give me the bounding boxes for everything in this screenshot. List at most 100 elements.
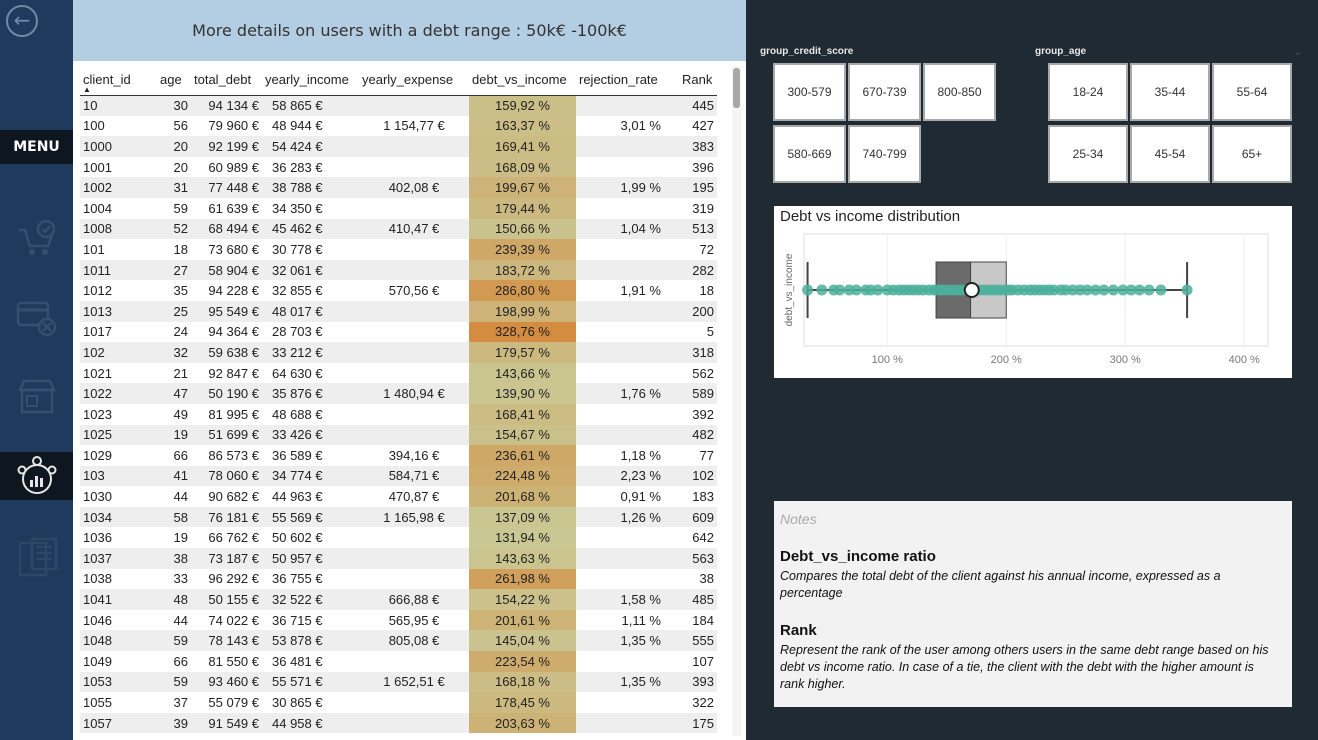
table-row[interactable]: 1013 25 95 549 €48 017 € 198,99 % 200	[80, 300, 717, 322]
cell-yearly_income: 64 630 €	[272, 365, 323, 381]
table-row[interactable]: 1025 19 51 699 €33 426 € 154,67 % 482	[80, 424, 717, 446]
cell-rejection_rate	[576, 300, 679, 322]
table-row[interactable]: 1017 24 94 364 € 28 703 € 328,76 % 5	[80, 321, 717, 343]
slicer-option-age-45-54[interactable]: 45-54	[1130, 125, 1210, 183]
table-row[interactable]: 1041 48 50 155 €32 522 €666,88 €154,22 % 1,…	[80, 589, 717, 610]
sidebar-nav: ← MENU	[0, 0, 73, 740]
cell-total_debt: 95 549 €	[191, 300, 262, 322]
column-header-yearly_income[interactable]: yearly_income	[262, 65, 359, 96]
table-row[interactable]: 1001 20 60 989 € 36 283 € 168,09 % 396	[80, 156, 717, 178]
cell-yearly_expense	[359, 198, 469, 219]
slicer-option-age-25-34[interactable]: 25-34	[1048, 125, 1128, 183]
column-header-total_debt[interactable]: total_debt	[191, 65, 262, 96]
column-header-rank[interactable]: Rank	[679, 65, 717, 96]
cell-rejection_rate: 1,91 %	[620, 283, 661, 299]
table-row[interactable]: 1002 31 77 448 €38 788 €402,08 €199,67 % 1,…	[80, 177, 717, 198]
cell-rejection_rate: 2,23 %	[576, 465, 679, 487]
cell-debt_vs_income: 168,09 %	[469, 156, 576, 178]
cart-check-icon[interactable]	[16, 218, 58, 260]
slicer-option-credit-800-850[interactable]: 800-850	[923, 63, 996, 121]
slicer-option-age-35-44[interactable]: 35-44	[1130, 63, 1210, 121]
slicer-option-credit-670-739[interactable]: 670-739	[848, 63, 921, 121]
slicer-title-credit: group_credit_score	[760, 46, 854, 57]
table-row[interactable]: 1021 21 92 847 € 64 630 € 143,66 % 562	[80, 362, 717, 384]
cell-total_debt: 50 190 €	[191, 383, 262, 404]
cell-client_id: 1011	[80, 259, 157, 281]
table-row[interactable]: 1048 59 78 143 €53 878 €805,08 €145,04 % 1,…	[80, 630, 717, 652]
cell-debt_vs_income: 150,66 %	[469, 218, 576, 240]
cell-debt_vs_income: 286,80 %	[469, 280, 576, 301]
slicer-option-credit-740-799[interactable]: 740-799	[848, 125, 921, 183]
users-table[interactable]: client_id ▲ age total_debt yearly_income year…	[80, 65, 717, 734]
report-icon[interactable]	[16, 537, 58, 579]
cell-rejection_rate: 1,99 %	[576, 177, 679, 198]
slicer-option-age-65plus[interactable]: 65+	[1212, 125, 1292, 183]
table-row[interactable]: 101 18 73 680 € 30 778 € 239,39 % 72	[80, 239, 717, 260]
cell-yearly_expense: 666,88 €	[359, 589, 469, 610]
table-row[interactable]: 1029 66 86 573 € 36 589 € 394,16 € 236,61 % 1,…	[80, 445, 717, 466]
cell-client_id: 1025	[80, 424, 157, 446]
table-row[interactable]: 1037 38 73 187 €50 957 € 143,63 % 563	[80, 548, 717, 569]
table-row[interactable]: 1046 44 74 022 € 36 715 € 565,95 € 201,61 % 1,…	[80, 609, 717, 631]
cell-yearly_expense	[359, 692, 469, 713]
slicer-option-age-55-64[interactable]: 55-64	[1212, 63, 1292, 121]
table-row[interactable]: 1000 20 92 199 €54 424 € 169,41 % 383	[80, 136, 717, 157]
slicer-option-age-18-24[interactable]: 18-24	[1048, 63, 1128, 121]
cell-rank: 562	[692, 365, 714, 381]
table-row[interactable]: 1004 59 61 639 € 34 350 € 179,44 % 319	[80, 197, 717, 219]
chevron-down-icon[interactable]: ⌄	[1293, 44, 1303, 58]
cell-yearly_expense	[359, 548, 469, 569]
table-scrollbar[interactable]	[732, 66, 741, 736]
user-analytics-icon[interactable]	[16, 455, 58, 497]
menu-label[interactable]: MENU	[0, 130, 73, 164]
table-row[interactable]: 1034 58 76 181 €55 569 €1 165,98 €137,09 %…	[80, 506, 717, 528]
slicer-option-credit-300-579[interactable]: 300-579	[773, 63, 846, 121]
table-row[interactable]: 103 41 78 060 €34 774 €584,71 €224,48 % 2,2…	[80, 465, 717, 487]
column-header-client_id[interactable]: client_id ▲	[80, 65, 157, 96]
cell-rejection_rate	[576, 363, 679, 384]
cell-age: 38	[157, 548, 191, 569]
slicer-option-credit-580-669[interactable]: 580-669	[773, 125, 846, 183]
table-row[interactable]: 1011 27 58 904 €32 061 € 183,72 % 282	[80, 259, 717, 281]
table-row[interactable]: 102 32 59 638 €33 212 € 179,57 % 318	[80, 342, 717, 363]
cell-client_id: 1000	[80, 136, 157, 157]
table-row[interactable]: 100 56 79 960 € 48 944 € 1 154,77 € 163,37 % 3…	[80, 115, 717, 137]
table-row[interactable]: 1022 47 50 190 €35 876 €1 480,94 €139,90 %…	[80, 383, 717, 404]
cell-rank: 589	[679, 383, 717, 404]
cell-debt_vs_income: 168,41 %	[469, 403, 576, 425]
table-row[interactable]: 1057 39 91 549 €44 958 € 203,63 % 175	[80, 712, 717, 734]
cell-rejection_rate: 1,18 %	[620, 447, 661, 463]
card-x-icon[interactable]	[16, 297, 58, 339]
cell-client_id: 1038	[83, 571, 112, 587]
cell-yearly_income: 36 283 €	[272, 159, 323, 175]
table-row[interactable]: 1038 33 96 292 € 36 755 € 261,98 % 38	[80, 568, 717, 590]
cell-debt_vs_income: 236,61 %	[469, 445, 576, 466]
store-icon[interactable]	[16, 376, 58, 418]
cell-yearly_expense	[359, 363, 469, 384]
table-row[interactable]: 1055 37 55 079 € 30 865 € 178,45 % 322	[80, 692, 717, 713]
table-row[interactable]: 1012 35 94 228 € 32 855 € 570,56 € 286,80 % 1,…	[80, 280, 717, 301]
data-point	[1181, 284, 1193, 296]
table-row[interactable]: 1023 49 81 995 € 48 688 € 168,41 % 392	[80, 403, 717, 425]
cell-age: 19	[173, 530, 188, 546]
cell-rejection_rate: 1,35 %	[576, 671, 679, 693]
scrollbar-thumb[interactable]	[733, 68, 740, 108]
cell-yearly_income: 44 963 €	[272, 489, 323, 505]
boxplot-svg[interactable]: debt_vs_income 100 % 200 % 300 % 400 %	[774, 206, 1292, 378]
table-row[interactable]: 1049 66 81 550 € 36 481 € 223,54 % 107	[80, 651, 717, 672]
table-row[interactable]: 1053 59 93 460 €55 571 €1 652,51 €168,18 %…	[80, 671, 717, 693]
table-row[interactable]: 10 30 94 134 €58 865 € 159,92 % 445	[80, 95, 717, 116]
column-header-rejection_rate[interactable]: rejection_rate	[576, 65, 679, 96]
column-header-yearly_expense[interactable]: yearly_expense	[359, 65, 469, 96]
cell-yearly_income: 48 017 €	[262, 300, 359, 322]
cell-rejection_rate	[576, 712, 679, 734]
table-row[interactable]: 1030 44 90 682 € 44 963 € 470,87 € 201,68 % 0,…	[80, 486, 717, 507]
table-row[interactable]: 1036 19 66 762 € 50 602 € 131,94 % 642	[80, 527, 717, 549]
column-header-debt_vs_income[interactable]: debt_vs_income	[469, 65, 576, 96]
cell-total_debt: 74 022 €	[208, 612, 259, 628]
back-arrow-icon[interactable]: ←	[6, 5, 38, 37]
table-row[interactable]: 1008 52 68 494 €45 462 €410,47 €150,66 % 1,…	[80, 218, 717, 240]
cell-debt_vs_income: 131,94 %	[469, 527, 576, 549]
column-header-age[interactable]: age	[157, 65, 191, 96]
cell-yearly_income: 32 061 €	[262, 259, 359, 281]
